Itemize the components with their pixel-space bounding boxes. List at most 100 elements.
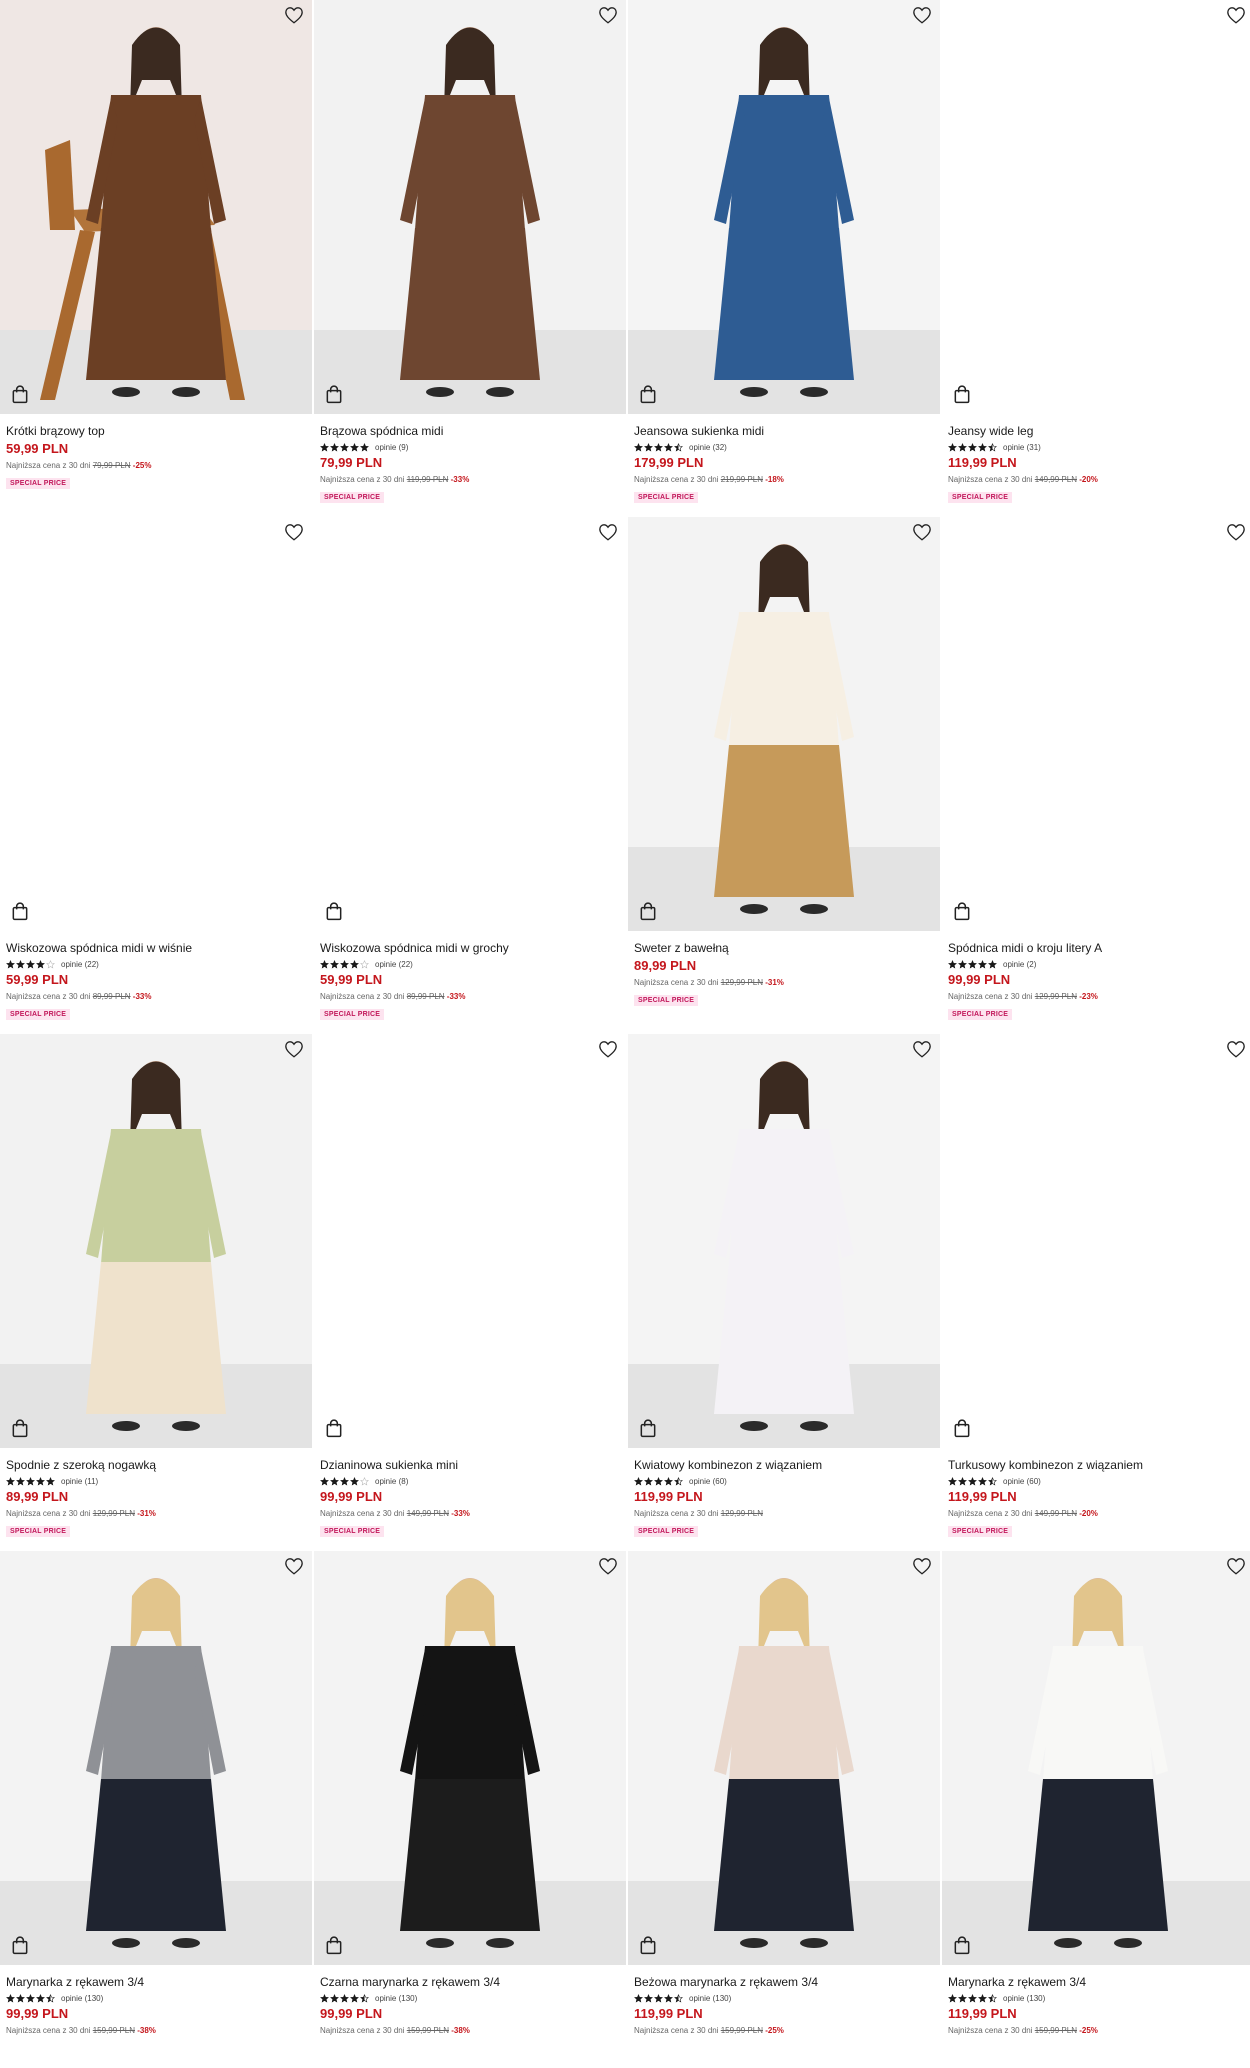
heart-icon[interactable]: [284, 1040, 304, 1058]
product-card[interactable]: Krótki brązowy top 59,99 PLN Najniższa c…: [0, 0, 312, 517]
review-count[interactable]: opinie (2): [1003, 960, 1036, 969]
review-count[interactable]: opinie (60): [1003, 1477, 1041, 1486]
review-count[interactable]: opinie (32): [689, 443, 727, 452]
heart-icon[interactable]: [912, 6, 932, 24]
product-card[interactable]: Marynarka z rękawem 3/4 opinie (130) 99,…: [0, 1551, 312, 2068]
review-count[interactable]: opinie (130): [375, 1994, 417, 2003]
shopping-bag-icon[interactable]: [638, 1935, 658, 1955]
review-count[interactable]: opinie (11): [61, 1477, 98, 1486]
heart-icon[interactable]: [1226, 1557, 1246, 1575]
product-name[interactable]: Jeansy wide leg: [948, 424, 1248, 439]
product-name[interactable]: Marynarka z rękawem 3/4: [6, 1975, 306, 1990]
review-count[interactable]: opinie (8): [375, 1477, 408, 1486]
product-name[interactable]: Marynarka z rękawem 3/4: [948, 1975, 1248, 1990]
product-image[interactable]: [628, 0, 940, 414]
shopping-bag-icon[interactable]: [638, 901, 658, 921]
heart-icon[interactable]: [912, 1040, 932, 1058]
shopping-bag-icon[interactable]: [952, 384, 972, 404]
heart-icon[interactable]: [284, 523, 304, 541]
heart-icon[interactable]: [1226, 6, 1246, 24]
product-name[interactable]: Dzianinowa sukienka mini: [320, 1458, 620, 1473]
product-card[interactable]: Kwiatowy kombinezon z wiązaniem opinie (…: [628, 1034, 940, 1551]
product-name[interactable]: Turkusowy kombinezon z wiązaniem: [948, 1458, 1248, 1473]
shopping-bag-icon[interactable]: [10, 901, 30, 921]
product-image[interactable]: [314, 1034, 626, 1448]
product-name[interactable]: Spódnica midi o kroju litery A: [948, 941, 1248, 956]
heart-icon[interactable]: [1226, 1040, 1246, 1058]
heart-icon[interactable]: [598, 6, 618, 24]
review-count[interactable]: opinie (60): [689, 1477, 727, 1486]
product-image[interactable]: [314, 517, 626, 931]
product-image[interactable]: [0, 1034, 312, 1448]
heart-icon[interactable]: [1226, 523, 1246, 541]
shopping-bag-icon[interactable]: [10, 1418, 30, 1438]
product-card[interactable]: Wiskozowa spódnica midi w grochy opinie …: [314, 517, 626, 1034]
product-image[interactable]: [0, 1551, 312, 1965]
heart-icon[interactable]: [284, 1557, 304, 1575]
product-image[interactable]: [628, 1034, 940, 1448]
product-name[interactable]: Kwiatowy kombinezon z wiązaniem: [634, 1458, 934, 1473]
review-count[interactable]: opinie (130): [689, 1994, 731, 2003]
heart-icon[interactable]: [598, 523, 618, 541]
product-name[interactable]: Wiskozowa spódnica midi w grochy: [320, 941, 620, 956]
shoe-right: [172, 387, 200, 397]
product-card[interactable]: Beżowa marynarka z rękawem 3/4 opinie (1…: [628, 1551, 940, 2068]
heart-icon[interactable]: [284, 6, 304, 24]
product-name[interactable]: Spodnie z szeroką nogawką: [6, 1458, 306, 1473]
review-count[interactable]: opinie (22): [375, 960, 413, 969]
product-rating: opinie (22): [320, 958, 620, 970]
shopping-bag-icon[interactable]: [952, 901, 972, 921]
product-card[interactable]: Jeansowa sukienka midi opinie (32) 179,9…: [628, 0, 940, 517]
model-photo: [314, 1551, 626, 1965]
heart-icon[interactable]: [912, 1557, 932, 1575]
product-name[interactable]: Brązowa spódnica midi: [320, 424, 620, 439]
review-count[interactable]: opinie (130): [61, 1994, 103, 2003]
shopping-bag-icon[interactable]: [324, 901, 344, 921]
product-image[interactable]: [942, 1034, 1250, 1448]
review-count[interactable]: opinie (130): [1003, 1994, 1045, 2003]
product-image[interactable]: [0, 0, 312, 414]
shopping-bag-icon[interactable]: [638, 384, 658, 404]
product-image[interactable]: [942, 517, 1250, 931]
shopping-bag-icon[interactable]: [952, 1935, 972, 1955]
product-info: Kwiatowy kombinezon z wiązaniem opinie (…: [628, 1448, 940, 1538]
product-card[interactable]: Turkusowy kombinezon z wiązaniem opinie …: [942, 1034, 1250, 1551]
product-name[interactable]: Beżowa marynarka z rękawem 3/4: [634, 1975, 934, 1990]
product-image[interactable]: [314, 0, 626, 414]
product-card[interactable]: Marynarka z rękawem 3/4 opinie (130) 119…: [942, 1551, 1250, 2068]
review-count[interactable]: opinie (31): [1003, 443, 1041, 452]
product-card[interactable]: Jeansy wide leg opinie (31) 119,99 PLN N…: [942, 0, 1250, 517]
shopping-bag-icon[interactable]: [324, 1418, 344, 1438]
product-card[interactable]: Wiskozowa spódnica midi w wiśnie opinie …: [0, 517, 312, 1034]
review-count[interactable]: opinie (22): [61, 960, 99, 969]
product-card[interactable]: Spódnica midi o kroju litery A opinie (2…: [942, 517, 1250, 1034]
product-image[interactable]: [942, 0, 1250, 414]
product-image[interactable]: [628, 517, 940, 931]
product-image[interactable]: [628, 1551, 940, 1965]
shopping-bag-icon[interactable]: [324, 1935, 344, 1955]
shopping-bag-icon[interactable]: [952, 1418, 972, 1438]
product-card[interactable]: Spodnie z szeroką nogawką opinie (11) 89…: [0, 1034, 312, 1551]
product-image[interactable]: [942, 1551, 1250, 1965]
product-name[interactable]: Sweter z bawełną: [634, 941, 934, 956]
product-name[interactable]: Krótki brązowy top: [6, 424, 306, 439]
heart-icon[interactable]: [598, 1040, 618, 1058]
product-card[interactable]: Czarna marynarka z rękawem 3/4 opinie (1…: [314, 1551, 626, 2068]
shopping-bag-icon[interactable]: [10, 384, 30, 404]
heart-icon[interactable]: [598, 1557, 618, 1575]
heart-icon[interactable]: [912, 523, 932, 541]
rating-stars: [948, 959, 997, 969]
review-count[interactable]: opinie (9): [375, 443, 408, 452]
product-name[interactable]: Czarna marynarka z rękawem 3/4: [320, 1975, 620, 1990]
shopping-bag-icon[interactable]: [638, 1418, 658, 1438]
product-card[interactable]: Sweter z bawełną 89,99 PLN Najniższa cen…: [628, 517, 940, 1034]
star-icon: [16, 1476, 25, 1485]
product-image[interactable]: [0, 517, 312, 931]
product-name[interactable]: Wiskozowa spódnica midi w wiśnie: [6, 941, 306, 956]
product-name[interactable]: Jeansowa sukienka midi: [634, 424, 934, 439]
shopping-bag-icon[interactable]: [10, 1935, 30, 1955]
shopping-bag-icon[interactable]: [324, 384, 344, 404]
product-image[interactable]: [314, 1551, 626, 1965]
product-card[interactable]: Brązowa spódnica midi opinie (9) 79,99 P…: [314, 0, 626, 517]
product-card[interactable]: Dzianinowa sukienka mini opinie (8) 99,9…: [314, 1034, 626, 1551]
